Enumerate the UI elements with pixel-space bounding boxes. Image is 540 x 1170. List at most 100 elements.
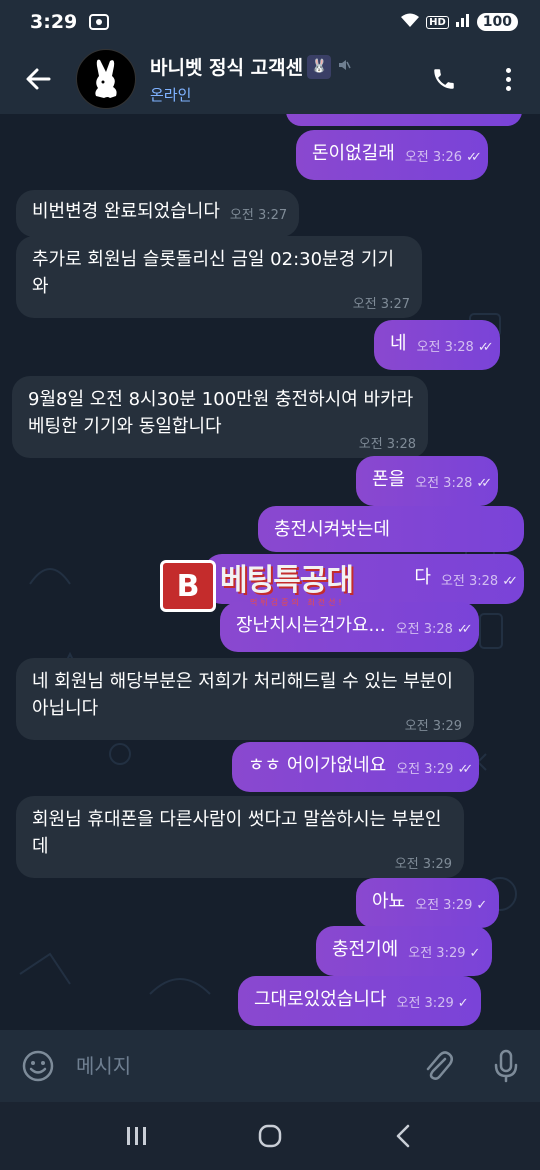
status-time: 3:29 [30, 11, 78, 33]
message-composer [0, 1030, 540, 1102]
message-time: 오전 3:29 [396, 996, 454, 1011]
message-bubble-incoming[interactable]: 비번변경 완료되었습니다 오전 3:27 [16, 190, 300, 237]
recent-apps-button[interactable] [102, 1106, 172, 1166]
message-text: 그대로있었습니다 [254, 989, 387, 1010]
message-time: 오전 3:28 [440, 574, 499, 589]
bunny-logo-icon [95, 59, 117, 98]
message-time: 오전 3:29 [394, 857, 452, 872]
message-bubble-outgoing[interactable]: 충전기에 오전 3:29 ✓ [316, 926, 493, 976]
message-bubble-incoming[interactable]: 추가로 회원님 슬롯돌리신 금일 02:30분경 기기와 오전 3:27 [16, 236, 422, 318]
message-bubble-incoming[interactable]: 회원님 휴대폰을 다른사람이 썻다고 말씀하시는 부분인데 오전 3:29 [16, 796, 464, 878]
message-time: 오전 3:29 [396, 762, 454, 777]
message-bubble-outgoing[interactable] [286, 114, 522, 126]
message-time: 오전 3:26 [404, 150, 463, 165]
message-meta: 오전 3:29 ✓ [415, 892, 487, 919]
phone-icon [434, 69, 454, 89]
message-time: 오전 3:29 [415, 898, 473, 913]
message-meta: 오전 3:29 ✓ [408, 940, 480, 967]
screenshot-icon [89, 14, 110, 30]
message-text: 회원님 휴대폰을 다른사람이 썻다고 말씀하시는 부분인데 [32, 809, 442, 857]
watermark-subtitle: 먹튀검증의 최전선! [250, 597, 345, 607]
message-meta: 오전 3:28 ✓✓ [395, 616, 473, 643]
message-meta: 오전 3:26 ✓✓ [404, 144, 482, 171]
message-meta: 오전 3:28 ✓✓ [416, 334, 494, 361]
status-icons: HD 100 [400, 12, 518, 32]
sent-check-icon: ✓ [469, 946, 481, 961]
message-text: 충전시켜놧는데 [274, 519, 390, 540]
mic-icon [494, 1049, 518, 1083]
attach-button[interactable] [404, 1030, 472, 1102]
message-meta: 오전 3:29 ✓ [396, 990, 468, 1017]
back-icon [397, 1124, 410, 1148]
bunny-emoji-icon: 🐰 [307, 54, 332, 79]
signal-icon [455, 12, 471, 32]
message-bubble-outgoing[interactable]: 그대로있었습니다 오전 3:29 ✓ [238, 976, 481, 1026]
back-arrow-icon [26, 68, 51, 90]
message-text: 추가로 회원님 슬롯돌리신 금일 02:30분경 기기와 [32, 249, 394, 297]
message-meta: 오전 3:28 ✓✓ [440, 568, 518, 595]
message-bubble-incoming[interactable]: 9월8일 오전 8시30분 100만원 충전하시여 바카라 베팅한 기기와 동일… [12, 376, 428, 458]
watermark: B 베팅특공대 먹튀검증의 최전선! [160, 558, 420, 614]
message-bubble-outgoing[interactable]: 충전시켜놧는데 [258, 506, 524, 552]
online-status: 온라인 [150, 86, 192, 104]
watermark-title: 베팅특공대 [220, 562, 354, 598]
system-navbar [0, 1102, 540, 1170]
home-button[interactable] [235, 1106, 305, 1166]
message-text: ㅎㅎ 어이가없네요 [248, 755, 387, 776]
emoji-icon [22, 1050, 54, 1082]
message-time: 오전 3:28 [395, 622, 453, 637]
message-meta: 오전 3:29 ✓✓ [396, 756, 473, 783]
system-back-button[interactable] [368, 1106, 438, 1166]
wifi-icon [400, 12, 420, 32]
message-meta: 오전 3:28 ✓✓ [415, 470, 492, 497]
read-checks-icon: ✓✓ [502, 574, 518, 589]
message-bubble-outgoing[interactable]: 돈이없길래 오전 3:26 ✓✓ [296, 130, 488, 180]
chat-header: 바니벳 정식 고객센 🐰 온라인 [0, 44, 540, 114]
message-time: 오전 3:27 [352, 297, 410, 312]
recent-apps-icon [126, 1127, 146, 1145]
mute-icon [337, 58, 351, 76]
hd-badge: HD [426, 15, 449, 29]
back-button[interactable] [0, 44, 76, 114]
home-icon [258, 1124, 282, 1148]
message-bubble-outgoing[interactable]: ㅎㅎ 어이가없네요 오전 3:29 ✓✓ [232, 742, 480, 792]
battery-indicator: 100 [476, 13, 518, 31]
more-vert-icon [505, 67, 511, 91]
sent-check-icon: ✓ [476, 898, 488, 913]
read-checks-icon: ✓✓ [466, 150, 482, 165]
read-checks-icon: ✓✓ [477, 340, 494, 355]
read-checks-icon: ✓✓ [456, 622, 473, 637]
message-time: 오전 3:29 [408, 946, 466, 961]
message-bubble-outgoing[interactable]: 아뇨 오전 3:29 ✓ [356, 878, 500, 928]
message-text: 폰을 [372, 469, 406, 490]
sent-check-icon: ✓ [457, 996, 469, 1011]
message-text: 장난치시는건가요... [236, 615, 386, 636]
message-list[interactable]: 돈이없길래 오전 3:26 ✓✓ 비번변경 완료되었습니다 오전 3:27 추가로 회… [0, 114, 540, 1030]
message-text: 네 [390, 333, 407, 354]
status-bar: 3:29 HD 100 [0, 0, 540, 44]
watermark-badge: B [160, 560, 216, 612]
message-bubble-outgoing[interactable]: 폰을 오전 3:28 ✓✓ [356, 456, 499, 506]
read-checks-icon: ✓✓ [476, 476, 492, 491]
message-text: 네 회원님 해당부분은 저희가 처리해드릴 수 있는 부분이 아닙니다 [32, 671, 453, 719]
more-button[interactable] [476, 44, 540, 114]
message-bubble-incoming[interactable]: 네 회원님 해당부분은 저희가 처리해드릴 수 있는 부분이 아닙니다 오전 3… [16, 658, 474, 740]
attach-icon [426, 1051, 453, 1080]
message-text: 돈이없길래 [312, 143, 395, 164]
chat-avatar[interactable] [76, 49, 136, 109]
chat-info[interactable]: 바니벳 정식 고객센 🐰 온라인 [150, 53, 412, 105]
message-time: 오전 3:28 [416, 340, 474, 355]
voice-button[interactable] [472, 1030, 540, 1102]
message-text: 충전기에 [332, 939, 399, 960]
read-checks-icon: ✓✓ [457, 762, 473, 777]
call-button[interactable] [412, 44, 476, 114]
message-time: 오전 3:27 [229, 208, 288, 223]
message-text: 9월8일 오전 8시30분 100만원 충전하시여 바카라 베팅한 기기와 동일… [28, 389, 414, 437]
message-bubble-outgoing[interactable]: 네 오전 3:28 ✓✓ [374, 320, 500, 370]
message-text: 비번변경 완료되었습니다 [32, 201, 220, 222]
message-input[interactable] [76, 1030, 404, 1102]
chat-title: 바니벳 정식 고객센 [150, 57, 304, 79]
message-text: 아뇨 [372, 891, 406, 912]
emoji-button[interactable] [0, 1030, 76, 1102]
message-time: 오전 3:28 [415, 476, 473, 491]
